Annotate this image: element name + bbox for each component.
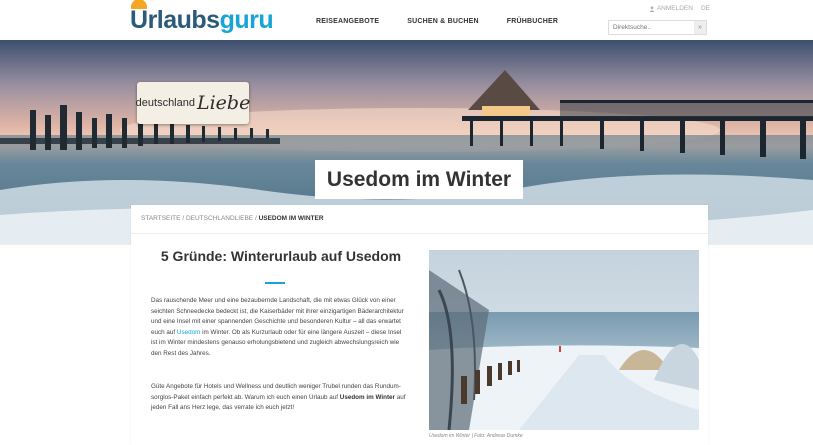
usedom-link[interactable]: Usedom — [177, 329, 200, 336]
nav-item-reiseangebote[interactable]: REISEANGEBOTE — [316, 18, 379, 25]
search-box: » — [608, 20, 707, 35]
heading-accent-line — [265, 282, 285, 284]
article-paragraph-2: Güte Angebote für Hotels und Wellness un… — [151, 382, 409, 414]
badge-script-text: Liebe — [196, 92, 251, 114]
snowy-beach-image — [429, 250, 699, 430]
deutschland-liebe-badge[interactable]: deutschland Liebe — [135, 82, 251, 124]
paragraph-2-bold: Usedom im Winter — [339, 393, 396, 401]
logo-letter-u: U — [130, 0, 148, 34]
breadcrumb-separator: / — [254, 215, 257, 222]
article-paragraph-1: Das rauschende Meer und eine bezaubernde… — [151, 296, 409, 360]
article-card: STARTSEITE / DEUTSCHLANDLIEBE / USEDOM I… — [131, 205, 708, 445]
article-heading: 5 Gründe: Winterurlaub auf Usedom — [160, 248, 402, 264]
site-header: Urlaubs guru REISEANGEBOTE SUCHEN & BUCHE… — [0, 0, 813, 40]
usedom-winter-photo — [429, 250, 699, 430]
login-label: ANMELDEN — [656, 5, 693, 12]
breadcrumb-home[interactable]: STARTSEITE — [141, 215, 181, 222]
logo-text-guru: guru — [219, 6, 274, 34]
main-nav: REISEANGEBOTE SUCHEN & BUCHEN FRÜHBUCHER — [316, 18, 558, 25]
badge-text: deutschland — [135, 97, 195, 109]
top-bar: ANMELDEN DE — [649, 5, 710, 12]
login-link[interactable]: ANMELDEN — [649, 5, 693, 12]
breadcrumb-separator: / — [182, 215, 185, 222]
nav-item-fruehbucher[interactable]: FRÜHBUCHER — [507, 18, 558, 25]
nav-item-suchen-buchen[interactable]: SUCHEN & BUCHEN — [407, 18, 478, 25]
logo-text-rlaubs: rlaubs — [147, 6, 221, 34]
urlaubsguru-logo[interactable]: Urlaubs guru — [130, 0, 274, 35]
search-submit-button[interactable]: » — [694, 21, 706, 34]
user-icon — [649, 5, 655, 12]
search-input[interactable] — [609, 21, 694, 34]
breadcrumb: STARTSEITE / DEUTSCHLANDLIEBE / USEDOM I… — [141, 215, 324, 222]
hero-title: Usedom im Winter — [315, 160, 523, 199]
breadcrumb-current: USEDOM IM WINTER — [258, 215, 324, 222]
language-switch[interactable]: DE — [701, 5, 710, 12]
breadcrumb-divider — [131, 233, 708, 234]
photo-caption: Usedom im Winter | Foto: Andreas Dumke — [429, 433, 523, 439]
breadcrumb-section[interactable]: DEUTSCHLANDLIEBE — [186, 215, 253, 222]
